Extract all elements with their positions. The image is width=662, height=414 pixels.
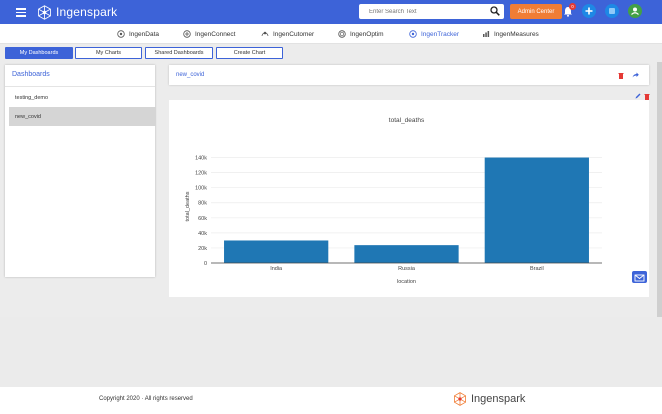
y-tick-label: 120k: [195, 171, 207, 177]
sidebar-item-testing-demo[interactable]: testing_demo: [9, 88, 156, 107]
chart-card: total_deaths 0 20k 40k 60k 80k 100k 120k 140k Ind…: [169, 100, 649, 297]
y-tick-label: 80k: [198, 201, 207, 207]
admin-center-button[interactable]: Admin Center: [510, 4, 562, 19]
product-nav: IngenData IngenConnect IngenCutomer Inge…: [0, 24, 662, 44]
sidebar-divider: [5, 86, 155, 87]
sidebar-item-new-covid[interactable]: new_covid: [9, 107, 156, 126]
chart-title: total_deaths: [389, 117, 425, 124]
ingenconnect-icon: [183, 30, 191, 38]
nav-ingendata-label: IngenData: [129, 30, 159, 38]
ingendata-icon: [117, 30, 125, 38]
nav-ingenconnect[interactable]: IngenConnect: [183, 28, 235, 40]
search-box: [359, 4, 504, 19]
dashboard-title: new_covid: [176, 72, 205, 78]
tab-my-dashboards[interactable]: My Dashboards: [5, 47, 73, 59]
search-input[interactable]: [359, 5, 479, 18]
ingentracker-icon: [409, 30, 417, 38]
footer-logo-icon: [454, 392, 466, 406]
sidebar-title: Dashboards: [12, 71, 50, 78]
delete-chart-icon[interactable]: [644, 93, 650, 100]
x-tick-label: Brazil: [530, 266, 544, 272]
nav-ingenoptim-label: IngenOptim: [350, 30, 384, 38]
nav-ingenoptim[interactable]: IngenOptim: [338, 28, 384, 40]
bar-russia: [354, 245, 459, 263]
tab-my-charts[interactable]: My Charts: [75, 47, 142, 59]
profile-button[interactable]: [628, 4, 642, 18]
footer-logo: Ingenspark: [452, 391, 525, 407]
database-icon: [609, 8, 615, 14]
brand-name: Ingenspark: [56, 5, 118, 19]
y-tick-label: 100k: [195, 186, 207, 192]
menu-icon[interactable]: [16, 8, 26, 17]
bar-chart: total_deaths 0 20k 40k 60k 80k 100k 120k 140k Ind…: [185, 117, 602, 285]
page-scrollbar[interactable]: [657, 62, 662, 317]
top-bar: Ingenspark Admin Center 0: [0, 0, 662, 24]
dashboard-tabs: My Dashboards My Charts Shared Dashboard…: [0, 44, 662, 62]
x-axis-label: location: [397, 279, 416, 285]
bar-brazil: [484, 157, 589, 263]
ingenmeasures-icon: [483, 31, 490, 37]
dashboards-sidebar: Dashboards testing_demo new_covid: [5, 65, 156, 277]
brand-logo[interactable]: Ingenspark: [36, 3, 156, 21]
tab-create-chart[interactable]: Create Chart: [216, 47, 283, 59]
user-icon: [631, 7, 639, 15]
nav-ingenmeasures[interactable]: IngenMeasures: [482, 28, 539, 40]
nav-ingencutomer[interactable]: IngenCutomer: [261, 28, 314, 40]
search-icon[interactable]: [490, 6, 500, 16]
database-button[interactable]: [605, 4, 619, 18]
tab-shared-dashboards[interactable]: Shared Dashboards: [145, 47, 213, 59]
brand-logo-icon: [38, 4, 51, 20]
y-axis-label: total_deaths: [185, 191, 191, 221]
x-tick-label: India: [270, 266, 283, 272]
footer-brand-name: Ingenspark: [471, 393, 526, 405]
nav-ingenconnect-label: IngenConnect: [195, 30, 236, 38]
notification-badge: 0: [569, 3, 576, 10]
plus-icon: [585, 7, 593, 15]
edit-chart-icon[interactable]: [635, 93, 641, 99]
nav-ingencutomer-label: IngenCutomer: [273, 30, 315, 38]
share-icon[interactable]: [632, 72, 639, 78]
ingencutomer-icon: [261, 31, 269, 37]
delete-dashboard-icon[interactable]: [618, 72, 624, 79]
ingenoptim-icon: [338, 30, 346, 38]
bar-india: [224, 240, 329, 263]
mail-icon: [634, 274, 645, 282]
dashboard-header: new_covid: [169, 65, 649, 85]
mail-button[interactable]: [632, 271, 647, 283]
copyright-text: Copyright 2020 · All rights reserved: [99, 396, 193, 402]
x-tick-label: Russia: [398, 266, 416, 272]
nav-ingentracker[interactable]: IngenTracker: [409, 28, 459, 40]
nav-ingentracker-label: IngenTracker: [421, 30, 460, 38]
y-tick-label: 0: [204, 261, 207, 267]
nav-ingenmeasures-label: IngenMeasures: [494, 30, 539, 38]
empty-area: [0, 317, 662, 387]
footer: Copyright 2020 · All rights reserved Ing…: [0, 387, 662, 414]
add-button[interactable]: [582, 4, 596, 18]
y-tick-label: 40k: [198, 231, 207, 237]
nav-ingendata[interactable]: IngenData: [117, 28, 159, 40]
y-tick-label: 20k: [198, 246, 207, 252]
y-tick-label: 140k: [195, 156, 207, 162]
y-tick-label: 60k: [198, 216, 207, 222]
